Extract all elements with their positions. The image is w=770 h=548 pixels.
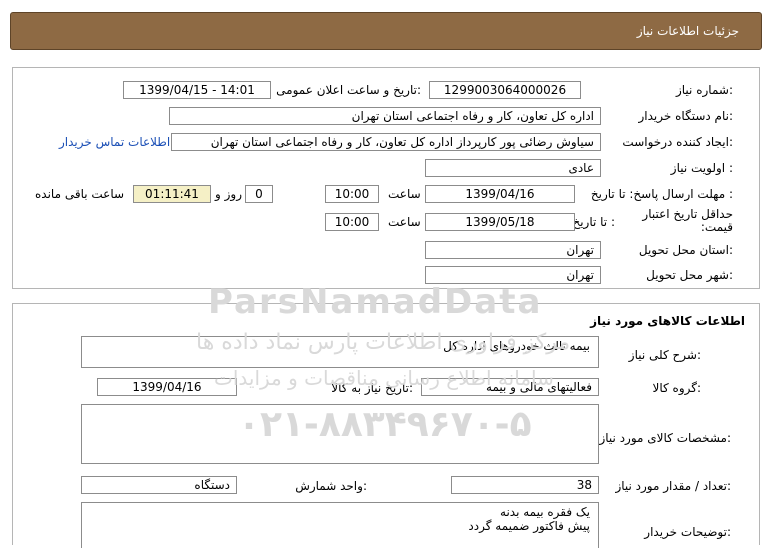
buyer-notes-field: یک فقره بیمه بدنه پیش فاکتور ضمیمه گردد: [81, 502, 599, 548]
specs-label: مشخصات کالای مورد نیاز:: [599, 431, 731, 445]
need-date-field: 1399/04/16: [97, 378, 237, 396]
need-details-panel: شماره نیاز: 1299003064000026 تاریخ و ساع…: [12, 67, 760, 289]
priority-label: اولویت نیاز :: [670, 161, 733, 175]
city-field: تهران: [425, 266, 601, 284]
priority-field: عادی: [425, 159, 601, 177]
deadline-label: مهلت ارسال پاسخ: تا تاریخ :: [590, 187, 733, 201]
days-label: روز و: [215, 187, 242, 201]
remaining-time-field: 01:11:41: [133, 185, 211, 203]
city-label: شهر محل تحویل:: [646, 268, 733, 282]
validity-time-field: 10:00: [325, 213, 379, 231]
buyer-notes-line-1: یک فقره بیمه بدنه: [500, 505, 590, 519]
buyer-contact-link[interactable]: اطلاعات تماس خریدار: [59, 135, 170, 149]
deadline-time-label: ساعت: [388, 187, 421, 201]
unit-field: دستگاه: [81, 476, 237, 494]
summary-label: شرح کلی نیاز:: [628, 348, 701, 362]
buyer-org-field: اداره کل تعاون، کار و رفاه اجتماعی استان…: [169, 107, 601, 125]
summary-field: بیمه ثالث خودروهای اداره کل: [81, 336, 599, 368]
need-date-label: تاریخ نیاز به کالا:: [331, 381, 413, 395]
deadline-date-field: 1399/04/16: [425, 185, 575, 203]
province-label: استان محل تحویل:: [638, 243, 733, 257]
validity-date-field: 1399/05/18: [425, 213, 575, 231]
unit-label: واحد شمارش:: [295, 479, 367, 493]
days-field: 0: [245, 185, 273, 203]
goods-section-title: اطلاعات کالاهای مورد نیاز: [590, 314, 745, 328]
page-header: جزئیات اطلاعات نیاز: [10, 12, 762, 50]
validity-until-label: تا تاریخ :: [572, 215, 615, 229]
validity-time-label: ساعت: [388, 215, 421, 229]
goods-panel: اطلاعات کالاهای مورد نیاز شرح کلی نیاز: …: [12, 303, 760, 548]
announce-datetime-field: 1399/04/15 - 14:01: [123, 81, 271, 99]
buyer-org-label: نام دستگاه خریدار:: [638, 109, 734, 123]
quantity-field: 38: [451, 476, 599, 494]
goods-group-field: فعالیتهای مالی و بیمه: [421, 378, 599, 396]
page-title: جزئیات اطلاعات نیاز: [636, 24, 739, 38]
announce-datetime-label: تاریخ و ساعت اعلان عمومی:: [276, 83, 421, 97]
need-number-field: 1299003064000026: [429, 81, 581, 99]
need-number-label: شماره نیاز:: [675, 83, 733, 97]
goods-group-label: گروه کالا:: [652, 381, 702, 395]
quantity-label: تعداد / مقدار مورد نیاز:: [615, 479, 731, 493]
deadline-time-field: 10:00: [325, 185, 379, 203]
remaining-label: ساعت باقی مانده: [35, 187, 125, 201]
province-field: تهران: [425, 241, 601, 259]
requester-field: سیاوش رضائی پور کارپرداز اداره کل تعاون،…: [171, 133, 601, 151]
buyer-notes-line-2: پیش فاکتور ضمیمه گردد: [468, 519, 590, 533]
requester-label: ایجاد کننده درخواست:: [622, 135, 733, 149]
buyer-notes-label: توضیحات خریدار:: [644, 525, 731, 539]
price-validity-label: حداقل تاریخ اعتبار قیمت:: [642, 207, 733, 234]
specs-field: [81, 404, 599, 464]
